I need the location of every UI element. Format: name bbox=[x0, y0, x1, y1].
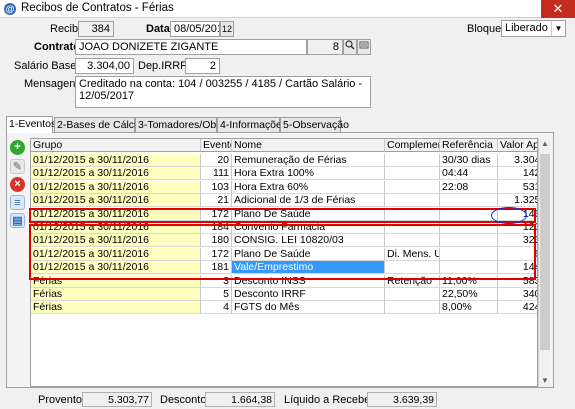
cell-nome[interactable]: Hora Extra 60% bbox=[232, 180, 385, 194]
cell-referencia[interactable]: 04:44 bbox=[440, 167, 498, 181]
cell-grupo[interactable]: Férias bbox=[31, 301, 201, 315]
edit-icon[interactable] bbox=[357, 39, 371, 55]
col-complemento[interactable]: Complemento bbox=[385, 139, 440, 152]
print-icon[interactable]: ▤ bbox=[10, 213, 25, 228]
scroll-thumb[interactable] bbox=[540, 154, 550, 350]
table-row[interactable]: 01/12/2015 a 30/11/2016 111 Hora Extra 100… bbox=[31, 167, 537, 181]
cell-complemento[interactable] bbox=[385, 194, 440, 208]
col-referencia[interactable]: Referência bbox=[440, 139, 498, 152]
cell-evento[interactable]: 20 bbox=[201, 154, 232, 167]
grid-scrollbar[interactable]: ▲ ▼ bbox=[538, 138, 550, 387]
table-row[interactable]: 01/12/2015 a 30/11/2016 20 Remuneração de … bbox=[31, 154, 537, 167]
cell-complemento[interactable] bbox=[385, 301, 440, 315]
proventos-label: Proventos bbox=[38, 394, 88, 406]
proventos-value: 5.303,77 bbox=[82, 392, 152, 407]
search-icon[interactable] bbox=[343, 39, 357, 55]
table-row[interactable]: Férias5Desconto IRRF22,50%340,63- bbox=[31, 288, 537, 301]
descontos-value: 1.664,38 bbox=[205, 392, 275, 407]
cell-nome[interactable]: FGTS do Mês bbox=[232, 301, 385, 315]
mensagens-label: Mensagens bbox=[24, 78, 81, 90]
data-field[interactable]: 08/05/2017 bbox=[170, 21, 220, 37]
contrato-field[interactable]: JOAO DONIZETE ZIGANTE bbox=[75, 39, 307, 55]
cell-grupo[interactable]: 01/12/2015 a 30/11/2016 bbox=[31, 180, 201, 194]
highlight-box-descontos bbox=[29, 224, 536, 280]
cell-referencia[interactable] bbox=[440, 194, 498, 208]
cell-valor[interactable]: 1.325,94 bbox=[498, 194, 537, 208]
cell-complemento[interactable] bbox=[385, 180, 440, 194]
col-grupo[interactable]: Grupo bbox=[31, 139, 201, 152]
title-bar: @ Recibos de Contratos - Férias ✕ bbox=[0, 0, 575, 18]
cell-evento[interactable]: 4 bbox=[201, 301, 232, 315]
cell-valor[interactable]: 424,30 bbox=[498, 301, 537, 315]
cell-referencia[interactable]: 22,50% bbox=[440, 288, 498, 301]
cell-complemento[interactable] bbox=[385, 288, 440, 301]
liquido-value: 3.639,39 bbox=[367, 392, 437, 407]
mensagens-field[interactable]: Creditado na conta: 104 / 003255 / 4185 … bbox=[75, 76, 371, 108]
scroll-down-icon[interactable]: ▼ bbox=[539, 375, 551, 387]
cell-complemento[interactable] bbox=[385, 167, 440, 181]
close-button[interactable]: ✕ bbox=[541, 0, 575, 18]
col-evento[interactable]: Evento bbox=[201, 139, 232, 152]
col-valor[interactable]: Valor Apurado bbox=[498, 139, 537, 152]
edit-icon[interactable]: ✎ bbox=[10, 159, 25, 174]
depirrf-label: Dep.IRRF bbox=[138, 60, 187, 72]
cell-valor[interactable]: 3.304,00 bbox=[498, 154, 537, 167]
cell-valor[interactable]: 340,63 bbox=[498, 288, 537, 301]
cell-nome[interactable]: Remuneração de Férias bbox=[232, 154, 385, 167]
cell-grupo[interactable]: Férias bbox=[31, 288, 201, 301]
scroll-up-icon[interactable]: ▲ bbox=[539, 138, 551, 150]
cell-nome[interactable]: Desconto IRRF bbox=[232, 288, 385, 301]
table-row[interactable]: 01/12/2015 a 30/11/2016 103 Hora Extra 60%… bbox=[31, 180, 537, 194]
liquido-label: Líquido a Receber bbox=[284, 394, 374, 406]
cell-valor[interactable]: 531,76 bbox=[498, 181, 537, 194]
cell-referencia[interactable]: 30/30 dias bbox=[440, 154, 498, 167]
data-label: Data bbox=[146, 23, 170, 35]
table-row[interactable]: Férias4FGTS do Mês8,00%424,30= bbox=[31, 301, 537, 315]
salario-field[interactable]: 3.304,00 bbox=[75, 58, 134, 74]
cell-referencia[interactable]: 8,00% bbox=[440, 301, 498, 315]
cell-grupo[interactable]: 01/12/2015 a 30/11/2016 bbox=[31, 154, 201, 167]
cell-nome[interactable]: Hora Extra 100% bbox=[232, 167, 385, 181]
recibo-field[interactable]: 384 bbox=[78, 21, 114, 37]
tab-informacoes[interactable]: 4-Informações bbox=[217, 117, 287, 132]
table-row[interactable]: 01/12/2015 a 30/11/2016 21 Adicional de 1/… bbox=[31, 194, 537, 208]
tab-tomadores-obras[interactable]: 3-Tomadores/Obras bbox=[135, 117, 231, 132]
highlight-box-plano-saude bbox=[29, 208, 536, 223]
chevron-down-icon[interactable]: ▼ bbox=[551, 21, 565, 36]
col-nome[interactable]: Nome bbox=[232, 139, 385, 152]
tab-bases-calculo[interactable]: 2-Bases de Cálculo bbox=[54, 117, 148, 132]
contrato-code-field[interactable]: 8 bbox=[307, 39, 343, 55]
tab-observacao[interactable]: 5-Observação bbox=[280, 117, 349, 132]
depirrf-field[interactable]: 2 bbox=[185, 58, 220, 74]
calendar-icon[interactable]: 12 bbox=[220, 21, 234, 37]
remove-icon[interactable]: × bbox=[10, 177, 25, 192]
window-title: Recibos de Contratos - Férias bbox=[21, 2, 174, 14]
grid-header: Grupo Evento Nome Complemento Referência… bbox=[31, 139, 537, 152]
cell-valor[interactable]: 142,07 bbox=[498, 167, 537, 181]
cell-referencia[interactable]: 22:08 bbox=[440, 180, 498, 194]
cell-evento[interactable]: 5 bbox=[201, 288, 232, 301]
cell-nome[interactable]: Adicional de 1/3 de Férias bbox=[232, 194, 385, 208]
cell-grupo[interactable]: 01/12/2015 a 30/11/2016 bbox=[31, 194, 201, 208]
contrato-label: Contrato bbox=[34, 41, 80, 53]
cell-grupo[interactable]: 01/12/2015 a 30/11/2016 bbox=[31, 167, 201, 181]
bloqueio-select[interactable]: Liberado ▼ bbox=[501, 20, 566, 37]
add-icon[interactable]: + bbox=[10, 140, 25, 155]
cell-complemento[interactable] bbox=[385, 154, 440, 167]
bloqueio-value: Liberado bbox=[505, 22, 548, 34]
highlight-circle-valor bbox=[491, 207, 527, 224]
app-icon: @ bbox=[4, 3, 16, 15]
salario-label: Salário Base bbox=[14, 60, 77, 72]
cell-evento[interactable]: 111 bbox=[201, 167, 232, 181]
filter-icon[interactable]: ≡ bbox=[10, 195, 25, 210]
cell-evento[interactable]: 21 bbox=[201, 194, 232, 208]
cell-evento[interactable]: 103 bbox=[201, 180, 232, 194]
tab-eventos[interactable]: 1-Eventos bbox=[6, 116, 56, 133]
